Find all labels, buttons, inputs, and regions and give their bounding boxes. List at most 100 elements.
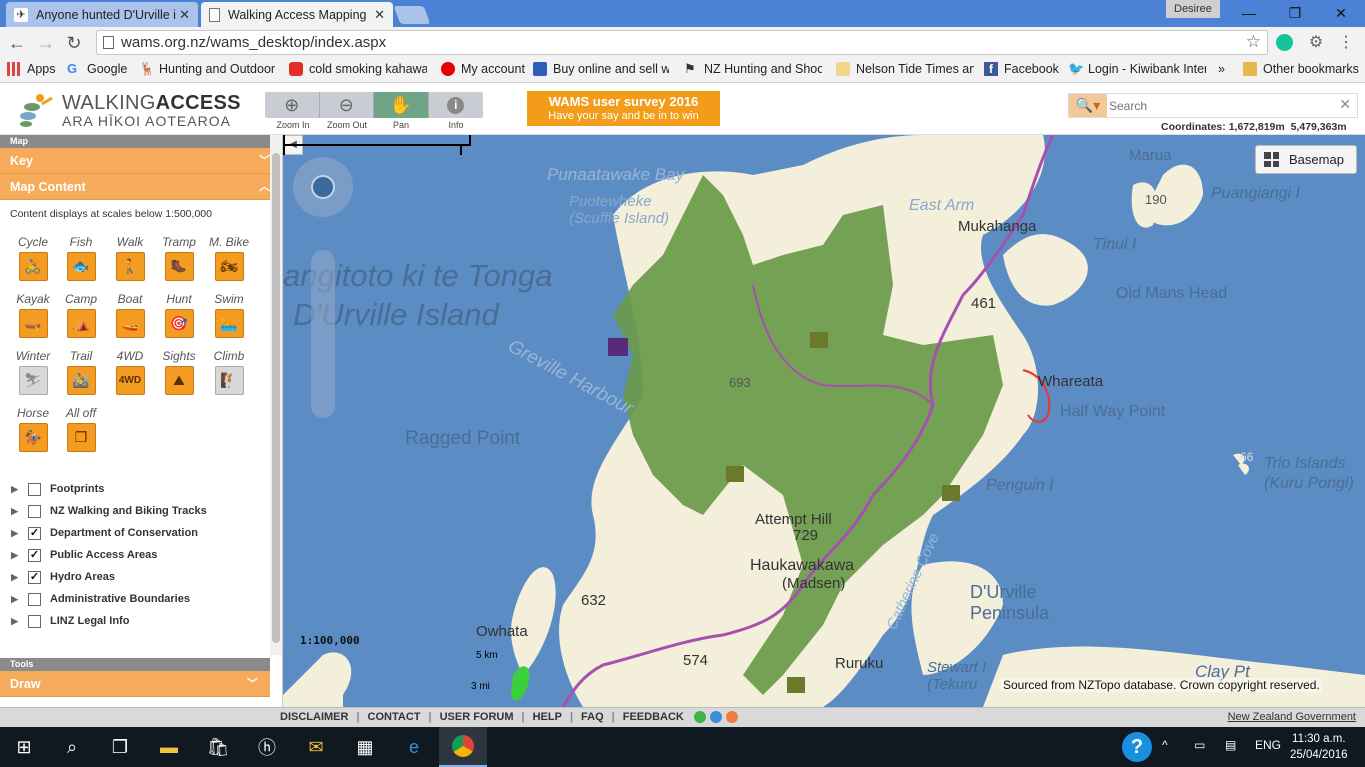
kayak-icon[interactable]: 🛶 — [18, 309, 48, 338]
activity-climb[interactable]: Climb 🧗 — [206, 349, 252, 395]
user-forum-link[interactable]: USER FORUM — [440, 711, 514, 723]
globe-icon[interactable] — [311, 175, 335, 199]
layer-checkbox[interactable] — [28, 614, 41, 628]
grammarly-icon[interactable] — [1273, 32, 1295, 54]
motorbike-icon[interactable]: 🏍 — [214, 252, 244, 281]
help-link[interactable]: HELP — [533, 711, 562, 723]
nz-government-logo[interactable]: New Zealand Government — [1228, 711, 1356, 723]
tramp-icon[interactable]: 🥾 — [164, 252, 194, 281]
bookmark-trademe[interactable]: Buy online and sell wi — [533, 62, 669, 76]
tab-durville-forum[interactable]: ✈ Anyone hunted D'Urville i ✕ — [6, 2, 198, 27]
expand-arrow-icon[interactable]: ▶ — [0, 506, 18, 517]
bookmark-google[interactable]: G Google — [67, 62, 127, 76]
chrome-icon[interactable] — [439, 727, 487, 767]
layer-checkbox[interactable]: ✓ — [28, 526, 41, 540]
all-off-icon[interactable]: ❐ — [66, 423, 96, 452]
bookmarks-overflow[interactable]: » — [1218, 62, 1225, 76]
close-tab-icon[interactable]: ✕ — [179, 7, 190, 23]
photos-icon[interactable]: ▦ — [341, 727, 389, 767]
survey-banner[interactable]: WAMS user survey 2016 Have your say and … — [527, 91, 720, 126]
back-icon[interactable]: ← — [5, 31, 29, 55]
trail-icon[interactable]: 🚵 — [66, 366, 96, 395]
winter-icon[interactable]: ⛷ — [18, 366, 48, 395]
happy-face-icon[interactable] — [693, 711, 706, 723]
layer-checkbox[interactable] — [28, 592, 41, 606]
activity-kayak[interactable]: Kayak 🛶 — [10, 292, 56, 338]
layer-linz-legal-info[interactable]: ▶ LINZ Legal Info — [0, 610, 270, 632]
layer-hydro-areas[interactable]: ▶ ✓ Hydro Areas — [0, 566, 270, 588]
zoom-in-button[interactable]: ⊕ — [265, 92, 320, 118]
4wd-icon[interactable]: 4WD — [115, 366, 145, 395]
feedback-link[interactable]: FEEDBACK — [623, 711, 684, 723]
expand-arrow-icon[interactable]: ▶ — [0, 616, 18, 627]
activity-walk[interactable]: Walk 🚶 — [107, 235, 153, 281]
sad-face-icon[interactable] — [725, 711, 738, 723]
horse-icon[interactable]: 🏇 — [18, 423, 48, 452]
pan-control[interactable] — [293, 157, 353, 217]
close-window-icon[interactable]: ✕ — [1318, 0, 1364, 27]
layer-checkbox[interactable]: ✓ — [28, 570, 41, 584]
bookmark-other[interactable]: Other bookmarks — [1243, 62, 1359, 76]
url-field[interactable]: wams.org.nz/wams_desktop/index.aspx ☆ — [96, 30, 1268, 55]
map-view[interactable]: Punaatawake Bay Puotewheke (Scuffle Isla… — [283, 135, 1365, 707]
bookmark-star-icon[interactable]: ☆ — [1246, 32, 1261, 52]
fish-icon[interactable]: 🐟 — [66, 252, 96, 281]
activity-all-off[interactable]: All off ❐ — [58, 406, 104, 452]
search-input[interactable] — [1109, 96, 1334, 115]
disclaimer-link[interactable]: DISCLAIMER — [280, 711, 348, 723]
expand-arrow-icon[interactable]: ▶ — [0, 528, 18, 539]
key-accordion[interactable]: Key ﹀ — [0, 148, 282, 174]
layer-department-of-conservation[interactable]: ▶ ✓ Department of Conservation — [0, 522, 270, 544]
zoom-out-button[interactable]: ⊖ — [320, 92, 374, 118]
profile-button[interactable]: Desiree — [1166, 0, 1220, 18]
cycle-icon[interactable]: 🚴 — [18, 252, 48, 281]
camp-icon[interactable]: ⛺ — [66, 309, 96, 338]
hunt-icon[interactable]: 🎯 — [164, 309, 194, 338]
activity-sights[interactable]: Sights ⛰ — [156, 349, 202, 395]
forward-icon[interactable]: → — [34, 31, 58, 55]
activity-tramp[interactable]: Tramp 🥾 — [156, 235, 202, 281]
layer-nz-walking-and-biking-tracks[interactable]: ▶ NZ Walking and Biking Tracks — [0, 500, 270, 522]
expand-arrow-icon[interactable]: ▶ — [0, 484, 18, 495]
bookmark-hunting[interactable]: 🦌 Hunting and Outdoor — [139, 62, 277, 76]
layer-checkbox[interactable]: ✓ — [28, 548, 41, 562]
clear-search-icon[interactable]: ✕ — [1339, 96, 1351, 113]
layer-checkbox[interactable] — [28, 482, 41, 496]
hp-icon[interactable]: ⓗ — [243, 727, 291, 767]
battery-icon[interactable]: ▭ — [1194, 738, 1205, 752]
panel-scrollbar[interactable] — [270, 135, 282, 655]
expand-arrow-icon[interactable]: ▶ — [0, 550, 18, 561]
bookmark-youtube[interactable]: cold smoking kahawa — [289, 62, 427, 76]
boat-icon[interactable]: 🚤 — [115, 309, 145, 338]
bookmark-facebook[interactable]: f Facebook — [984, 62, 1059, 76]
layer-administrative-boundaries[interactable]: ▶ Administrative Boundaries — [0, 588, 270, 610]
activity-horse[interactable]: Horse 🏇 — [10, 406, 56, 452]
search-icon[interactable]: 🔍▾ — [1069, 94, 1107, 117]
layer-public-access-areas[interactable]: ▶ ✓ Public Access Areas — [0, 544, 270, 566]
help-icon[interactable]: ? — [1122, 732, 1152, 762]
map-content-accordion[interactable]: Map Content ︿ — [0, 174, 282, 200]
sights-icon[interactable]: ⛰ — [164, 366, 194, 395]
activity-cycle[interactable]: Cycle 🚴 — [10, 235, 56, 281]
swim-icon[interactable]: 🏊 — [214, 309, 244, 338]
pan-button[interactable]: ✋ — [374, 92, 429, 118]
file-explorer-icon[interactable]: ▬ — [145, 727, 193, 767]
activity-boat[interactable]: Boat 🚤 — [107, 292, 153, 338]
bookmark-tide-times[interactable]: Nelson Tide Times an — [836, 62, 974, 76]
activity-winter[interactable]: Winter ⛷ — [10, 349, 56, 395]
faq-link[interactable]: FAQ — [581, 711, 604, 723]
activity-hunt[interactable]: Hunt 🎯 — [156, 292, 202, 338]
walk-icon[interactable]: 🚶 — [115, 252, 145, 281]
activity-trail[interactable]: Trail 🚵 — [58, 349, 104, 395]
minimize-icon[interactable]: — — [1226, 0, 1272, 27]
maximize-icon[interactable]: ❐ — [1272, 0, 1318, 27]
search-icon[interactable]: ⌕ — [48, 727, 96, 767]
expand-arrow-icon[interactable]: ▶ — [0, 594, 18, 605]
mail-icon[interactable]: ✉ — [292, 727, 340, 767]
activity-fish[interactable]: Fish 🐟 — [58, 235, 104, 281]
draw-accordion[interactable]: Draw ﹀ — [0, 671, 270, 697]
tab-walking-access[interactable]: Walking Access Mapping ✕ — [201, 2, 393, 27]
new-tab-button[interactable] — [393, 6, 431, 24]
bookmark-nz-hunting[interactable]: ⚑ NZ Hunting and Shoo — [684, 62, 822, 76]
climb-icon[interactable]: 🧗 — [214, 366, 244, 395]
